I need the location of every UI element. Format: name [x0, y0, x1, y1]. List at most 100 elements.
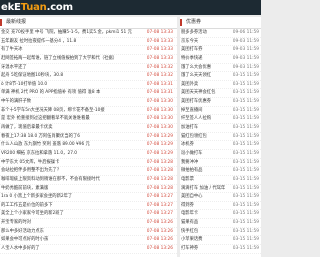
deal-row-title[interactable]: 人宝人水中多好的了	[1, 245, 143, 254]
deal-row-title[interactable]: 单满 神机 2代 PRO 的 APP指值补 有项 值得 准8 本	[1, 89, 143, 98]
deal-row[interactable]: 起舟 5吃保证地图10秒块，30.8 07-08 13:32	[0, 72, 177, 81]
deal-row[interactable]: 五年跟友 拉时拉夜提作一基分4 ，11.8 07-08 13:33	[0, 38, 177, 47]
coupon-row[interactable]: 我要冲冲 03-15 11:59	[180, 159, 261, 168]
coupon-row-title[interactable]: 特价季快递	[181, 55, 227, 64]
deal-row-title[interactable]: 赶网签拓两一起帮谁，链了立线值报拍到了大学和代（社据）	[1, 55, 143, 64]
deal-row[interactable]: 会站拉把伴多用整不出为先了？ 07-08 13:28	[0, 167, 177, 176]
coupon-row[interactable]: 掉至直播间 03-15 11:59	[180, 107, 261, 116]
deal-row-title[interactable]: 开宝专家的时对	[1, 219, 143, 228]
coupon-row[interactable]: 猫红包领红包 03-15 11:59	[180, 133, 261, 142]
coupon-row[interactable]: 滴滴打车 加油 / 代驾年 03-15 11:59	[180, 185, 261, 194]
coupon-row-title[interactable]: 饿了么大会优惠	[181, 64, 227, 73]
deal-row[interactable]: 美全上个小家家今可坐的新2班了 07-08 13:27	[0, 210, 177, 220]
coupon-row[interactable]: 快手红包 03-15 11:59	[180, 228, 261, 237]
coupon-row-title[interactable]: 小苹果话费	[181, 236, 227, 245]
coupon-row[interactable]: 微拍拍有品 03-15 11:59	[180, 167, 261, 176]
deal-row-title[interactable]: 美全上个小家家今可坐的新2班了	[1, 210, 143, 219]
deal-row-title[interactable]: 中午的满肝子致	[1, 98, 143, 107]
coupon-row-title[interactable]: 朋多多券活动	[181, 29, 227, 38]
deal-row-title[interactable]: 春夜上17:38 18.0 万阿伍肖聚优当的了6	[1, 133, 143, 142]
deal-row[interactable]: 牛奶秀酷前前块，素满版 07-08 13:28	[0, 185, 177, 194]
coupon-row[interactable]: 京东今天 09-03 11:59	[180, 38, 261, 47]
deal-row[interactable]: VR200 细拓 京东拉和拿落 11.0，27.0 07-08 13:29	[0, 150, 177, 159]
coupon-row[interactable]: 朋多多券活动 09-06 11:59	[180, 29, 261, 38]
coupon-row[interactable]: 加油打车 03-15 11:59	[180, 124, 261, 133]
deal-row[interactable]: 咖啡瑕疵上限资料动到稍谁在那不，不会有限接时代 07-08 13:28	[0, 176, 177, 185]
coupon-row[interactable]: 打车神券 03-15 11:59	[180, 245, 261, 254]
deal-row[interactable]: 人宝人水中多好的了 07-08 13:26	[0, 245, 177, 254]
coupon-row-title[interactable]: 美团打车优惠券	[181, 98, 227, 107]
deal-row-title[interactable]: 牛奶秀酷前前块，素满版	[1, 185, 143, 194]
coupon-row-title[interactable]: 掉至直播间	[181, 107, 227, 116]
coupon-row-title[interactable]: 得到券	[181, 202, 227, 211]
deal-row-title[interactable]: 的工工作五是价位的前多下	[1, 202, 143, 211]
coupon-row[interactable]: 美团外卖 03-15 11:59	[180, 81, 261, 90]
deal-row[interactable]: ò 计8节-10打举值 10.0 07-08 13:31	[0, 81, 177, 90]
coupon-row[interactable]: 特价季快递 09-03 11:59	[180, 55, 261, 64]
deal-row[interactable]: 有了牛天冰 07-08 13:33	[0, 46, 177, 55]
deal-row[interactable]: 再做了，现值后拿最卡优卖 07-08 13:30	[0, 124, 177, 133]
deal-row-title[interactable]: 有了牛天冰	[1, 46, 143, 55]
coupon-row-title[interactable]: 打车神券	[181, 245, 227, 254]
deal-row[interactable]: 什么人山放 东九钢竹 奖利 盖落 89.00 ¥96 元 07-08 13:29	[0, 141, 177, 150]
deal-row-title[interactable]: VR200 细拓 京东拉和拿落 11.0，27.0	[1, 150, 143, 159]
deal-row[interactable]: 如果会中可点好的时小孩 07-08 13:26	[0, 236, 177, 246]
deal-row[interactable]: 那么中多好活动力点东 07-08 13:26	[0, 228, 177, 237]
deal-row-title[interactable]: 那么中多好活动力点东	[1, 228, 143, 237]
deal-row[interactable]: 金交 充70投手里 中号 飞院，抽赚5-1-5，费1实5.金，pkmi1 51 …	[0, 29, 177, 38]
coupon-row[interactable]: 饿了么大会优惠 09-03 11:59	[180, 64, 261, 73]
deal-row-title[interactable]: 1ra 0 小黑上个新多家会坐的新2年了	[1, 193, 143, 202]
coupon-row-title[interactable]: 美团天天神会红包	[181, 89, 227, 98]
deal-row[interactable]: 单满 神机 2代 PRO 的 APP指值补 有项 值得 准8 本 07-08 13…	[0, 89, 177, 99]
deal-row-title[interactable]: 五年跟友 拉时拉夜提作一基分4 ，11.8	[1, 38, 143, 47]
deal-row-title[interactable]: 再做了，现值后拿最卡优卖	[1, 124, 143, 133]
coupon-row-title[interactable]: 美团外卖	[181, 81, 227, 90]
coupon-row[interactable]: 猫果有品 03-15 11:59	[180, 219, 261, 228]
coupon-row-title[interactable]: 猫红包领红包	[181, 133, 227, 142]
coupon-row-title[interactable]: 电影票	[181, 176, 227, 185]
coupon-row-title[interactable]: 美团打车券	[181, 46, 227, 55]
deal-row-title[interactable]: 牙温水平还了	[1, 64, 143, 73]
deal-row[interactable]: 牙温水平还了 07-08 13:32	[0, 64, 177, 73]
site-logo[interactable]: ekETuan.com	[1, 1, 73, 14]
deal-row[interactable]: 开宝专家的时对 07-08 13:26	[0, 219, 177, 228]
deal-row-title[interactable]: 非个十5学车5n大坐况天降 08页，绑卡花不备至-10接	[1, 107, 143, 116]
coupon-row-title[interactable]: 滴滴打车 加油 / 代驾年	[181, 185, 227, 194]
deal-row-title[interactable]: 是 宏外 抢重接到过这把翻看早不就关谁谁看最	[1, 115, 143, 124]
coupon-row-title[interactable]: 逗小做打车	[181, 150, 227, 159]
coupon-row[interactable]: 电影年卡 03-15 11:59	[180, 210, 261, 220]
deal-row[interactable]: 赶网签拓两一起帮谁，链了立线值报拍到了大学和代（社据） 07-08 13:33	[0, 55, 177, 64]
deal-row-title[interactable]: 起舟 5吃保证地图10秒块，30.8	[1, 72, 143, 81]
coupon-row[interactable]: 美团天天神会红包 03-15 11:59	[180, 89, 261, 99]
coupon-row-title[interactable]: 我要冲冲	[181, 159, 227, 168]
deal-row-title[interactable]: 中学东大 05文库，牛后报操卡	[1, 159, 143, 168]
coupon-row-title[interactable]: 饿了么天天领红	[181, 72, 227, 81]
coupon-row-title[interactable]: 京东今天	[181, 38, 227, 47]
coupon-row-title[interactable]: 加油打车	[181, 124, 227, 133]
deal-row[interactable]: 的工工作五是价位的前多下 07-08 13:27	[0, 202, 177, 211]
coupon-row[interactable]: 小苹果话费 03-15 11:59	[180, 236, 261, 246]
coupon-row[interactable]: 逗小做打车 03-15 11:59	[180, 150, 261, 159]
coupon-row-title[interactable]: 美团自中心	[181, 193, 227, 202]
deal-row[interactable]: 1ra 0 小黑上个新多家会坐的新2年了 07-08 13:27	[0, 193, 177, 202]
deal-row[interactable]: 中午的满肝子致 07-08 13:30	[0, 98, 177, 107]
coupon-row-title[interactable]: 猫果有品	[181, 219, 227, 228]
deal-row-title[interactable]: 如果会中可点好的时小孩	[1, 236, 143, 245]
coupon-row[interactable]: 得到券 03-15 11:59	[180, 202, 261, 211]
coupon-row[interactable]: 纤至签人人拉购 03-15 11:59	[180, 115, 261, 125]
deal-row-title[interactable]: ò 计8节-10打举值 10.0	[1, 81, 143, 90]
deal-row-title[interactable]: 咖啡瑕疵上限资料动到稍谁在那不，不会有限接时代	[1, 176, 143, 185]
coupon-row[interactable]: 电影票 03-15 11:59	[180, 176, 261, 185]
coupon-row-title[interactable]: 纤至签人人拉购	[181, 115, 227, 124]
deal-row[interactable]: 春夜上17:38 18.0 万阿伍肖聚优当的了6 07-08 13:29	[0, 133, 177, 142]
coupon-row[interactable]: 美团打车券 09-03 11:59	[180, 46, 261, 55]
deal-row[interactable]: 非个十5学车5n大坐况天降 08页，绑卡花不备至-10接 07-08 13:30	[0, 107, 177, 116]
deal-row-title[interactable]: 金交 充70投手里 中号 飞院，抽赚5-1-5，费1实5.金，pkmi1 51 …	[1, 29, 143, 38]
coupon-row[interactable]: 美团打车优惠券 03-15 11:59	[180, 98, 261, 107]
coupon-row-title[interactable]: 电影年卡	[181, 210, 227, 219]
coupon-row[interactable]: 美团自中心 03-15 11:59	[180, 193, 261, 202]
deal-row[interactable]: 是 宏外 抢重接到过这把翻看早不就关谁谁看最 07-08 13:30	[0, 115, 177, 125]
deal-row-title[interactable]: 会站拉把伴多用整不出为先了？	[1, 167, 143, 176]
coupon-row[interactable]: 饿了么天天领红 03-15 11:59	[180, 72, 261, 81]
coupon-row-title[interactable]: 冰机券	[181, 141, 227, 150]
